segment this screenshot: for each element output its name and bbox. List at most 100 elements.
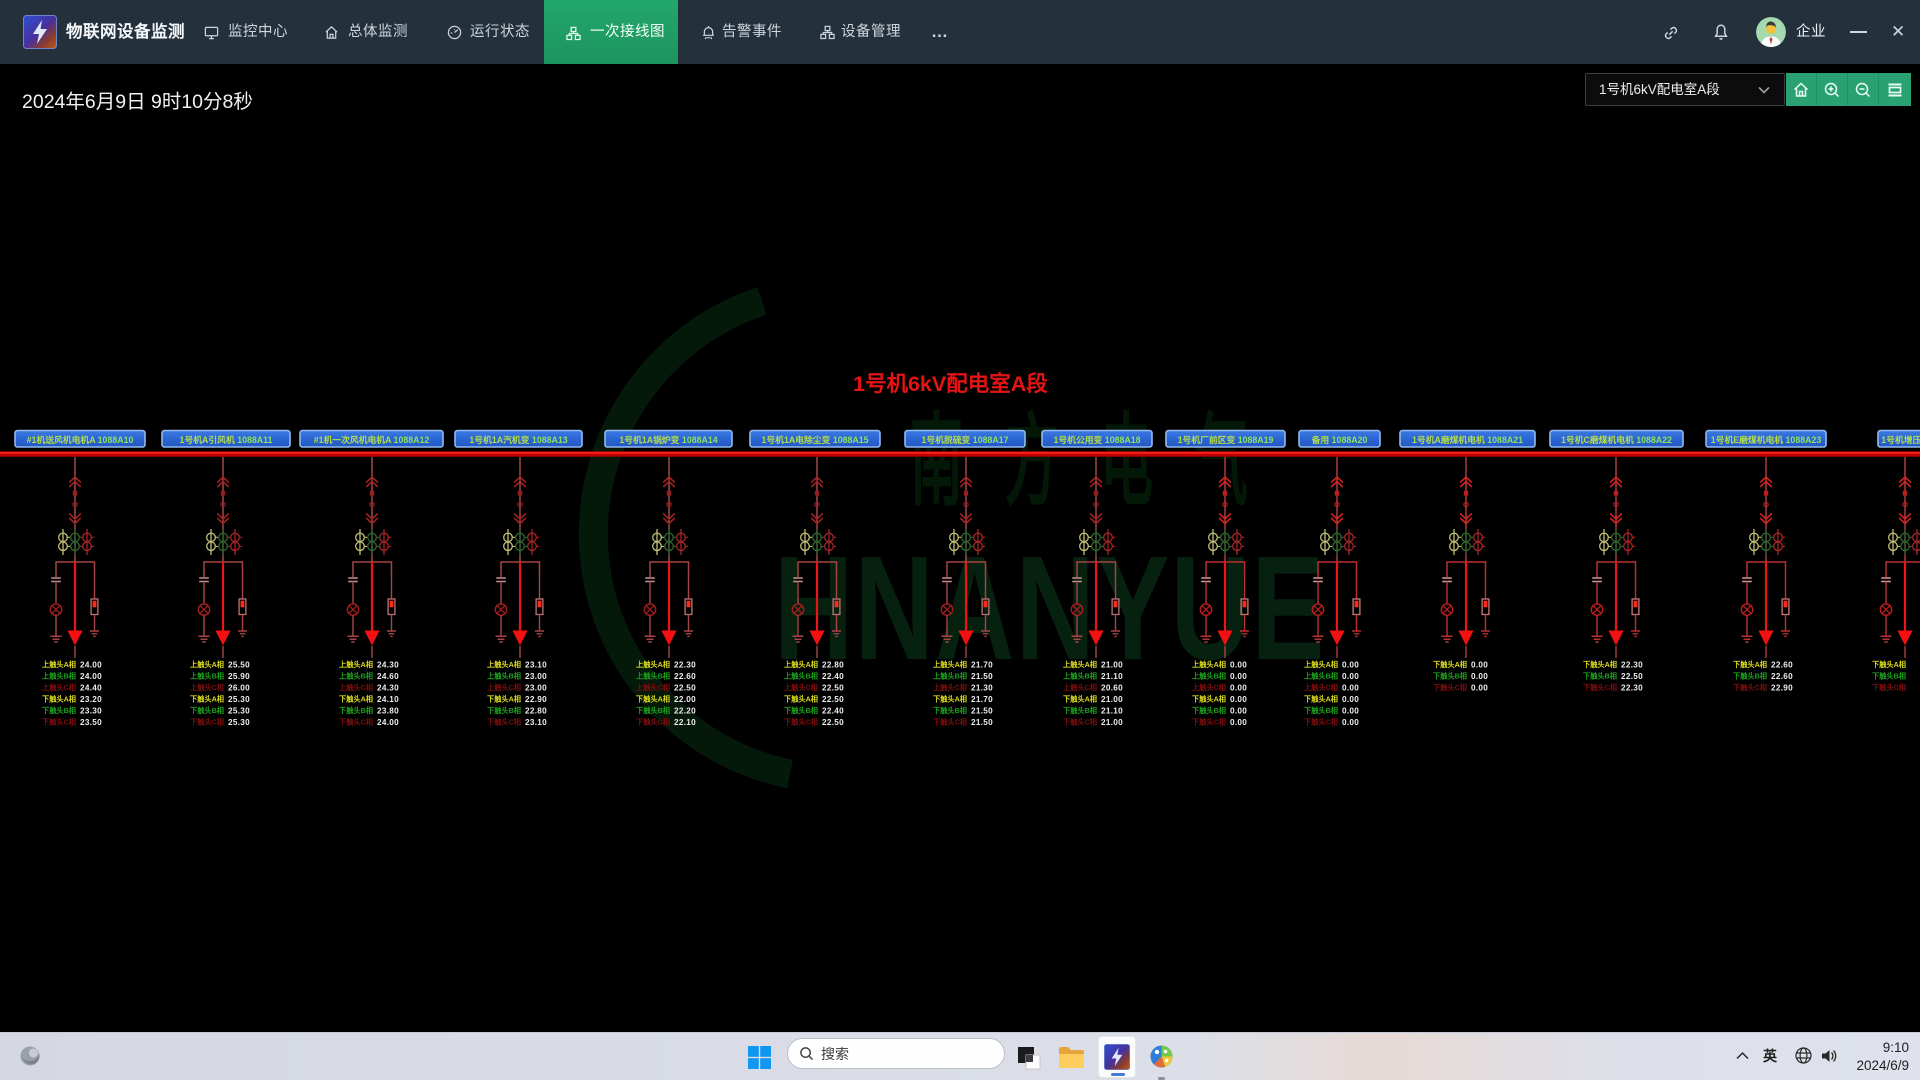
- svg-text:下触头C相: 下触头C相: [190, 718, 224, 727]
- svg-text:上触头C相: 上触头C相: [933, 683, 967, 692]
- svg-text:23.30: 23.30: [80, 706, 102, 715]
- svg-text:下触头A相: 下触头A相: [42, 695, 76, 704]
- svg-text:上触头A相: 上触头A相: [1304, 660, 1338, 669]
- svg-text:上触头A相: 上触头A相: [1063, 660, 1097, 669]
- svg-text:下触头A相: 下触头A相: [1304, 695, 1338, 704]
- svg-text:上触头C相: 上触头C相: [1304, 683, 1338, 692]
- svg-text:22.60: 22.60: [1771, 660, 1793, 669]
- svg-text:1号机E磨煤机电机 1088A23: 1号机E磨煤机电机 1088A23: [1711, 434, 1822, 445]
- svg-text:上触头C相: 上触头C相: [487, 683, 521, 692]
- svg-text:下触头B相: 下触头B相: [784, 706, 818, 715]
- svg-text:下触头C相: 下触头C相: [933, 718, 967, 727]
- svg-text:22.20: 22.20: [674, 706, 696, 715]
- svg-text:上触头C相: 上触头C相: [190, 683, 224, 692]
- svg-text:24.60: 24.60: [377, 672, 399, 681]
- svg-text:上触头B相: 上触头B相: [339, 672, 373, 681]
- svg-text:23.00: 23.00: [525, 683, 547, 692]
- svg-text:21.30: 21.30: [971, 683, 993, 692]
- svg-text:22.30: 22.30: [1621, 683, 1643, 692]
- svg-text:0.00: 0.00: [1342, 660, 1359, 669]
- svg-text:1号机增压风机电机 1088A24: 1号机增压风机电机 1088A24: [1881, 434, 1920, 445]
- svg-text:下触头B相: 下触头B相: [1583, 672, 1617, 681]
- svg-text:24.00: 24.00: [80, 660, 102, 669]
- svg-text:备用 1088A20: 备用 1088A20: [1311, 434, 1368, 445]
- svg-text:下触头B相: 下触头B相: [487, 706, 521, 715]
- svg-text:#1机送风机电机A 1088A10: #1机送风机电机A 1088A10: [27, 434, 134, 445]
- svg-text:下触头C相: 下触头C相: [636, 718, 670, 727]
- svg-text:22.40: 22.40: [822, 706, 844, 715]
- svg-text:22.60: 22.60: [674, 672, 696, 681]
- svg-text:0.00: 0.00: [1342, 695, 1359, 704]
- svg-text:下触头A相: 下触头A相: [190, 695, 224, 704]
- svg-text:下触头C相: 下触头C相: [487, 718, 521, 727]
- svg-text:下触头C相: 下触头C相: [1872, 683, 1906, 692]
- svg-text:1号机A引风机 1088A11: 1号机A引风机 1088A11: [180, 434, 273, 445]
- svg-text:25.50: 25.50: [228, 660, 250, 669]
- svg-text:23.20: 23.20: [80, 695, 102, 704]
- svg-text:上触头A相: 上触头A相: [784, 660, 818, 669]
- svg-text:0.00: 0.00: [1471, 660, 1488, 669]
- svg-text:24.00: 24.00: [80, 672, 102, 681]
- svg-text:1号机1A汽机变 1088A13: 1号机1A汽机变 1088A13: [469, 434, 567, 445]
- svg-text:下触头A相: 下触头A相: [933, 695, 967, 704]
- svg-text:0.00: 0.00: [1230, 718, 1247, 727]
- svg-text:22.80: 22.80: [525, 706, 547, 715]
- svg-text:上触头C相: 上触头C相: [1192, 683, 1226, 692]
- svg-text:上触头A相: 上触头A相: [1192, 660, 1226, 669]
- svg-text:上触头C相: 上触头C相: [784, 683, 818, 692]
- svg-text:21.50: 21.50: [971, 706, 993, 715]
- svg-text:25.30: 25.30: [228, 718, 250, 727]
- svg-text:下触头B相: 下触头B相: [1192, 706, 1226, 715]
- svg-text:1号机C磨煤机电机 1088A22: 1号机C磨煤机电机 1088A22: [1561, 434, 1672, 445]
- svg-text:上触头B相: 上触头B相: [636, 672, 670, 681]
- svg-text:上触头B相: 上触头B相: [1304, 672, 1338, 681]
- svg-text:上触头B相: 上触头B相: [190, 672, 224, 681]
- svg-text:下触头B相: 下触头B相: [1433, 672, 1467, 681]
- svg-text:下触头B相: 下触头B相: [1733, 672, 1767, 681]
- svg-text:1号机6kV配电室A段: 1号机6kV配电室A段: [853, 371, 1048, 396]
- svg-text:上触头A相: 上触头A相: [487, 660, 521, 669]
- svg-text:21.00: 21.00: [1101, 695, 1123, 704]
- svg-text:上触头C相: 上触头C相: [636, 683, 670, 692]
- svg-text:下触头B相: 下触头B相: [190, 706, 224, 715]
- svg-text:22.90: 22.90: [1771, 683, 1793, 692]
- svg-text:1号机脱硫变 1088A17: 1号机脱硫变 1088A17: [921, 434, 1008, 445]
- svg-text:25.30: 25.30: [228, 706, 250, 715]
- svg-text:22.50: 22.50: [1621, 672, 1643, 681]
- svg-text:下触头B相: 下触头B相: [1304, 706, 1338, 715]
- svg-text:下触头B相: 下触头B相: [1063, 706, 1097, 715]
- svg-text:21.50: 21.50: [971, 718, 993, 727]
- svg-text:21.00: 21.00: [1101, 718, 1123, 727]
- svg-text:下触头A相: 下触头A相: [339, 695, 373, 704]
- svg-text:25.30: 25.30: [228, 695, 250, 704]
- svg-text:22.00: 22.00: [674, 695, 696, 704]
- svg-text:下触头B相: 下触头B相: [1872, 672, 1906, 681]
- svg-text:#1机一次风机电机A 1088A12: #1机一次风机电机A 1088A12: [314, 434, 430, 445]
- svg-text:下触头A相: 下触头A相: [636, 695, 670, 704]
- svg-text:21.50: 21.50: [971, 672, 993, 681]
- svg-text:上触头A相: 上触头A相: [339, 660, 373, 669]
- svg-text:24.10: 24.10: [377, 695, 399, 704]
- svg-text:下触头A相: 下触头A相: [487, 695, 521, 704]
- svg-text:24.30: 24.30: [377, 683, 399, 692]
- svg-text:上触头B相: 上触头B相: [1063, 672, 1097, 681]
- svg-text:上触头C相: 上触头C相: [339, 683, 373, 692]
- svg-text:0.00: 0.00: [1471, 672, 1488, 681]
- svg-text:下触头A相: 下触头A相: [1872, 660, 1906, 669]
- svg-text:23.00: 23.00: [525, 672, 547, 681]
- svg-text:下触头C相: 下触头C相: [1733, 683, 1767, 692]
- svg-text:23.50: 23.50: [80, 718, 102, 727]
- svg-text:23.10: 23.10: [525, 718, 547, 727]
- svg-text:下触头A相: 下触头A相: [1192, 695, 1226, 704]
- svg-text:24.40: 24.40: [80, 683, 102, 692]
- svg-text:下触头C相: 下触头C相: [1063, 718, 1097, 727]
- svg-text:21.70: 21.70: [971, 660, 993, 669]
- svg-text:0.00: 0.00: [1342, 672, 1359, 681]
- svg-text:下触头C相: 下触头C相: [1433, 683, 1467, 692]
- svg-text:1号机1A电除尘变 1088A15: 1号机1A电除尘变 1088A15: [761, 434, 868, 445]
- svg-text:2024年6月9日 9时10分8秒: 2024年6月9日 9时10分8秒: [22, 91, 253, 113]
- svg-text:21.70: 21.70: [971, 695, 993, 704]
- svg-text:22.10: 22.10: [674, 718, 696, 727]
- svg-text:上触头C相: 上触头C相: [42, 683, 76, 692]
- svg-text:下触头A相: 下触头A相: [1063, 695, 1097, 704]
